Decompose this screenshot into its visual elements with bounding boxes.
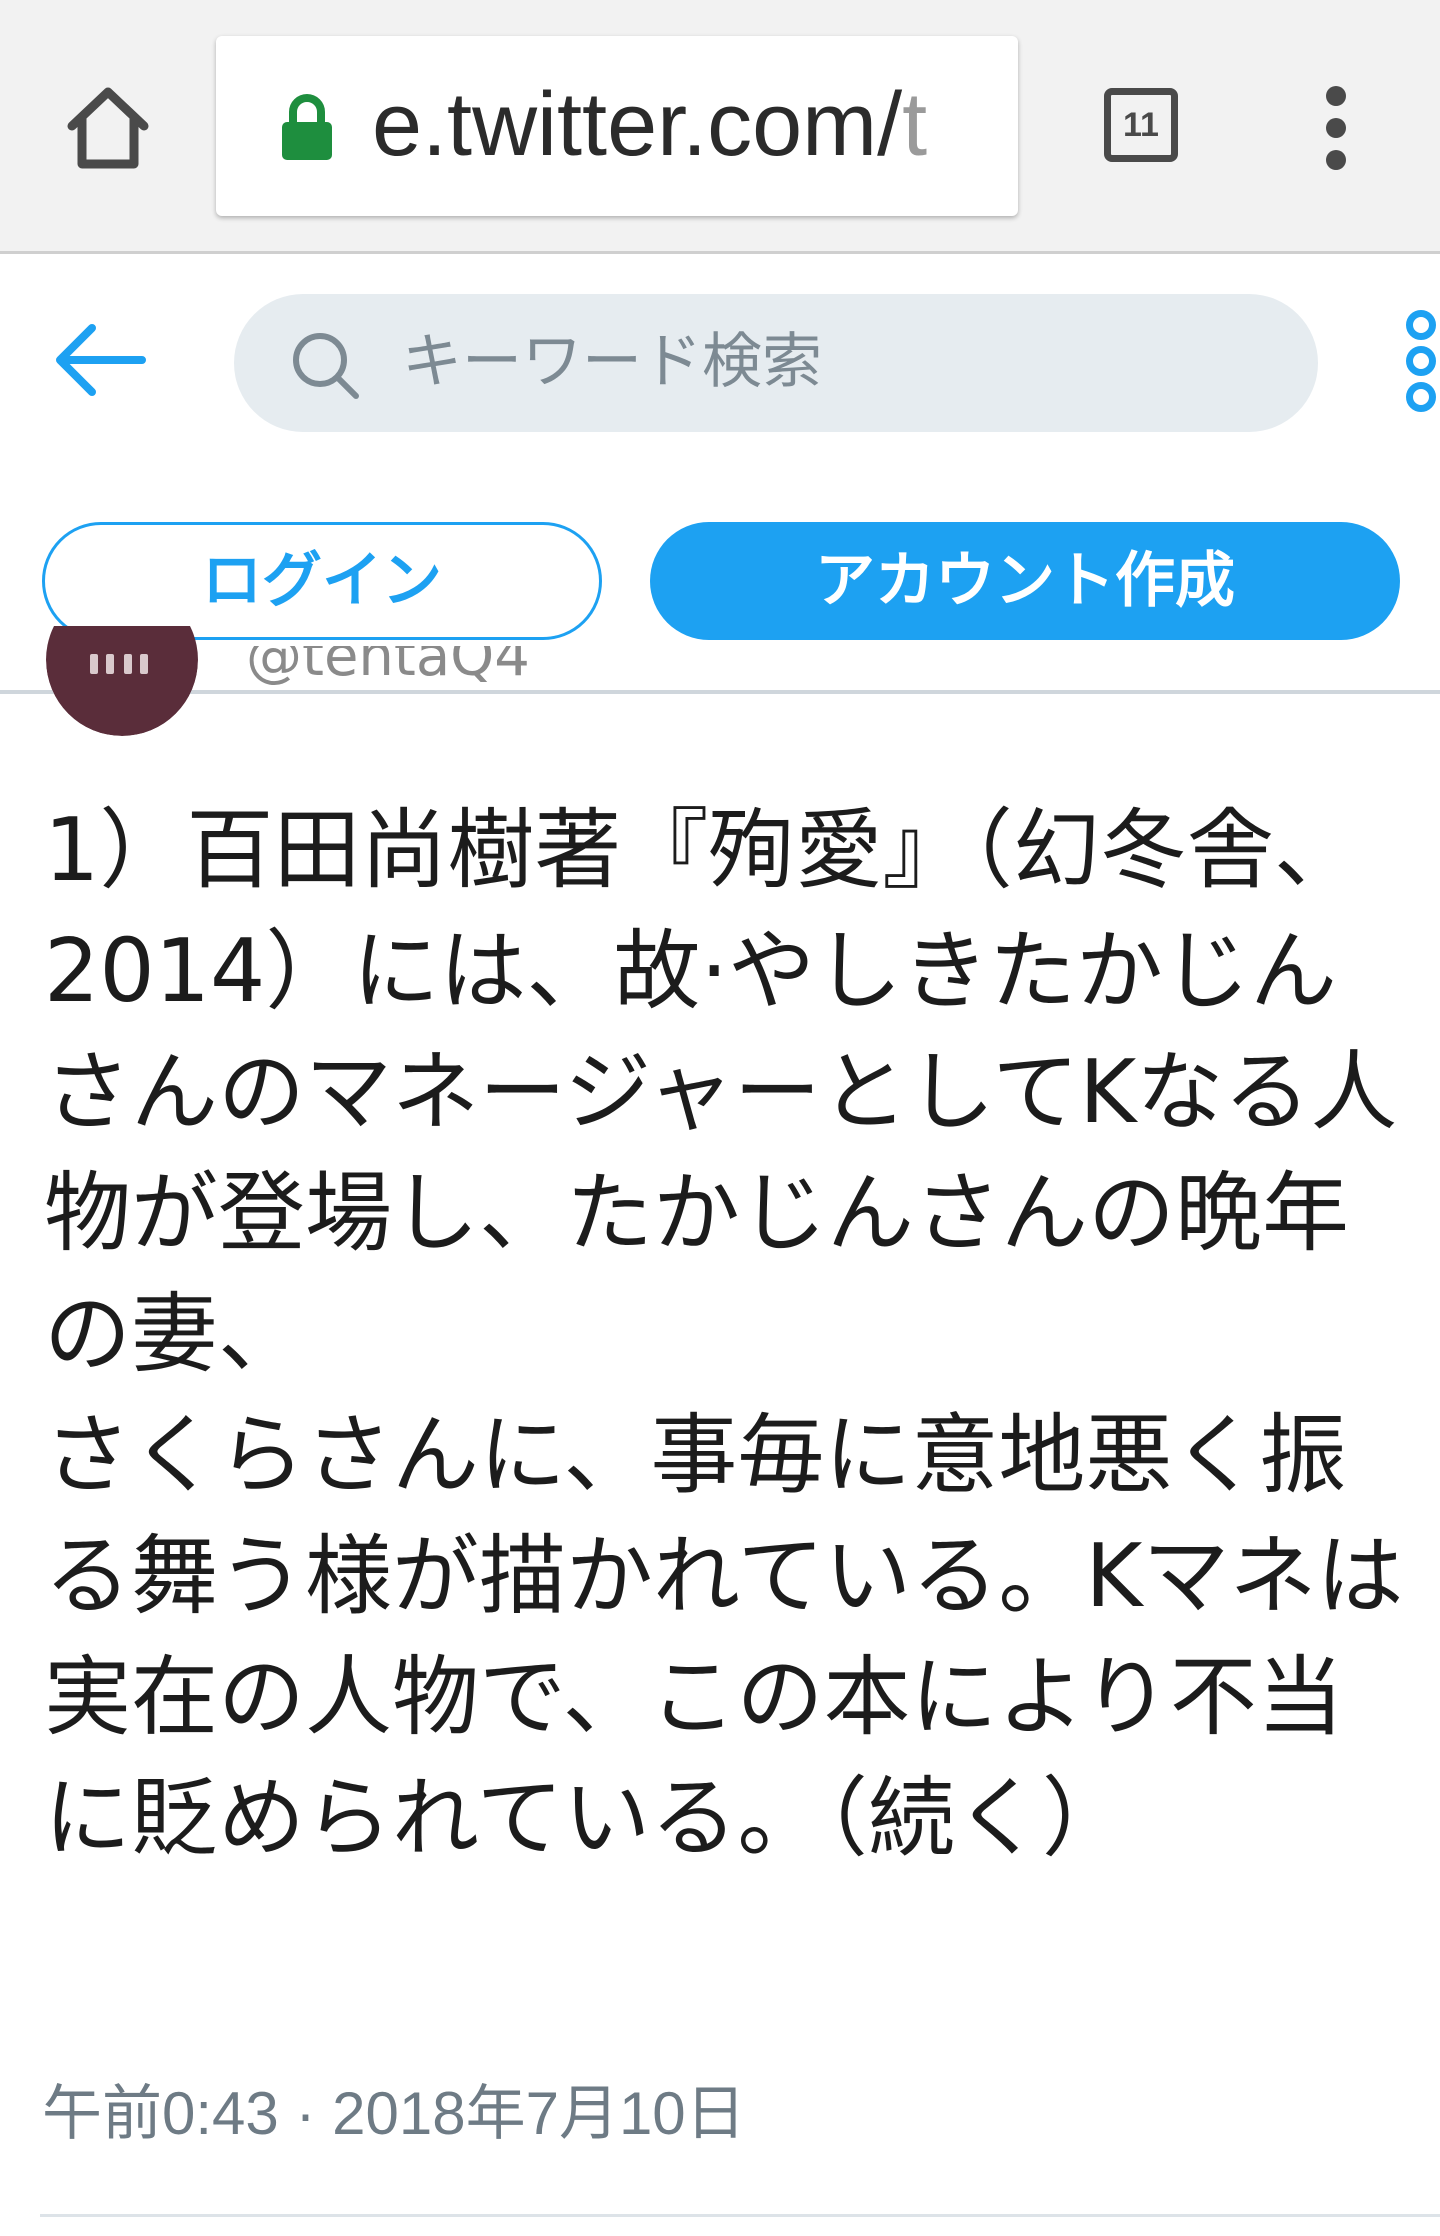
url-main: e.twitter.com/: [372, 75, 903, 175]
browser-toolbar: e.twitter.com/t 11: [0, 0, 1440, 254]
address-bar[interactable]: e.twitter.com/t: [216, 36, 1018, 216]
tab-switcher-button[interactable]: 11: [1104, 88, 1178, 162]
search-placeholder: キーワード検索: [402, 327, 822, 397]
home-icon[interactable]: [62, 82, 154, 174]
tweet-text: 1）百田尚樹著『殉愛』（幻冬舎、2014）には、故·やしきたかじんさんのマネージ…: [44, 799, 1404, 1869]
user-handle[interactable]: @tentaQ4: [246, 646, 530, 716]
more-options-icon[interactable]: [1400, 310, 1440, 420]
back-arrow-icon[interactable]: [52, 320, 148, 400]
search-icon: [288, 328, 362, 402]
tweet-divider: [40, 2214, 1440, 2217]
search-input[interactable]: キーワード検索: [234, 294, 1318, 432]
url-overflow: t: [902, 75, 928, 175]
browser-menu-icon[interactable]: [1316, 86, 1356, 170]
avatar[interactable]: [46, 626, 198, 736]
header-divider: [0, 690, 1440, 694]
tweet-timestamp[interactable]: 午前0:43 · 2018年7月10日: [42, 2074, 746, 2154]
lock-icon: [278, 92, 336, 162]
create-account-button[interactable]: アカウント作成: [650, 522, 1400, 640]
login-button[interactable]: ログイン: [42, 522, 602, 640]
user-handle-text: @tentaQ4: [246, 646, 530, 689]
url-text: e.twitter.com/t: [372, 70, 1012, 180]
twitter-header: キーワード検索 ログイン アカウント作成: [0, 254, 1440, 694]
